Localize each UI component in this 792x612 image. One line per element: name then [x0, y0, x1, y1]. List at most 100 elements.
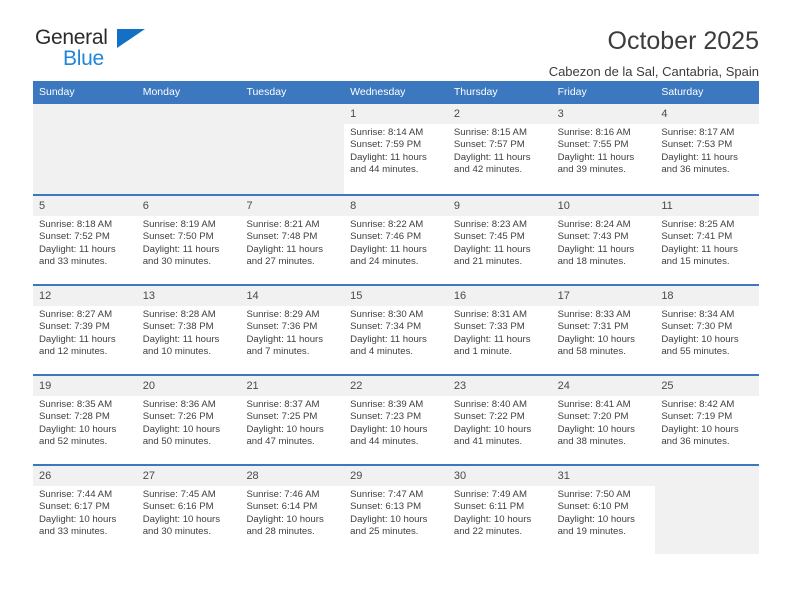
day-cell-2[interactable]: 2 Sunrise: 8:15 AM Sunset: 7:57 PM Daylight…: [447, 104, 552, 194]
daylight-text: Daylight: 10 hours and 58 minutes.: [557, 333, 635, 358]
daylight-text: Daylight: 11 hours and 36 minutes.: [661, 151, 738, 176]
day-cell-24[interactable]: 24 Sunrise: 8:41 AM Sunset: 7:20 PM Dayligh…: [551, 376, 656, 464]
day-details: Sunrise: 7:45 AM Sunset: 6:16 PM Daylight:…: [137, 486, 241, 539]
daylight-text: Daylight: 10 hours and 50 minutes.: [142, 423, 221, 448]
day-cell-empty: [655, 466, 760, 554]
day-details: Sunrise: 8:28 AM Sunset: 7:38 PM Daylight:…: [137, 306, 241, 359]
sunset-text: Sunset: 7:46 PM: [350, 231, 422, 243]
day-cell-8[interactable]: 8 Sunrise: 8:22 AM Sunset: 7:46 PM Daylight…: [344, 196, 448, 284]
day-cell-5[interactable]: 5 Sunrise: 8:18 AM Sunset: 7:52 PM Daylight…: [33, 196, 137, 284]
day-details: Sunrise: 8:41 AM Sunset: 7:20 PM Daylight:…: [552, 396, 656, 449]
day-cell-15[interactable]: 15 Sunrise: 8:30 AM Sunset: 7:34 PM Dayligh…: [344, 286, 448, 374]
day-details: Sunrise: 8:22 AM Sunset: 7:46 PM Daylight:…: [344, 216, 448, 269]
location-subtitle: Cabezon de la Sal, Cantabria, Spain: [548, 64, 759, 79]
daylight-text: Daylight: 10 hours and 36 minutes.: [661, 423, 739, 448]
day-cell-14[interactable]: 14 Sunrise: 8:29 AM Sunset: 7:36 PM Dayligh…: [240, 286, 345, 374]
day-details: Sunrise: 8:42 AM Sunset: 7:19 PM Daylight:…: [655, 396, 759, 449]
daylight-text: Daylight: 11 hours and 27 minutes.: [246, 243, 324, 268]
day-cell-3[interactable]: 3 Sunrise: 8:16 AM Sunset: 7:55 PM Daylight…: [551, 104, 656, 194]
daylight-text: Daylight: 11 hours and 10 minutes.: [142, 333, 220, 358]
day-cell-31[interactable]: 31 Sunrise: 7:50 AM Sunset: 6:10 PM Dayligh…: [551, 466, 656, 554]
day-cell-20[interactable]: 20 Sunrise: 8:36 AM Sunset: 7:26 PM Dayligh…: [136, 376, 241, 464]
day-details: Sunrise: 8:23 AM Sunset: 7:45 PM Daylight:…: [448, 216, 552, 269]
weekday-header-thursday: Thursday: [453, 86, 498, 98]
day-cell-13[interactable]: 13 Sunrise: 8:28 AM Sunset: 7:38 PM Dayligh…: [136, 286, 241, 374]
sunrise-text: Sunrise: 8:17 AM: [661, 127, 735, 138]
sunrise-text: Sunrise: 8:16 AM: [557, 127, 631, 138]
day-number: 21: [240, 376, 345, 396]
sunset-text: Sunset: 7:36 PM: [246, 321, 318, 333]
weekday-header-wednesday: Wednesday: [350, 86, 406, 98]
day-cell-17[interactable]: 17 Sunrise: 8:33 AM Sunset: 7:31 PM Dayligh…: [551, 286, 656, 374]
sunset-text: Sunset: 7:45 PM: [453, 231, 525, 243]
day-number: 6: [136, 196, 241, 216]
day-cell-16[interactable]: 16 Sunrise: 8:31 AM Sunset: 7:33 PM Dayligh…: [447, 286, 552, 374]
day-number: 9: [447, 196, 552, 216]
sunrise-text: Sunrise: 8:15 AM: [453, 127, 527, 138]
day-details: Sunrise: 7:49 AM Sunset: 6:11 PM Daylight:…: [448, 486, 552, 539]
day-cell-28[interactable]: 28 Sunrise: 7:46 AM Sunset: 6:14 PM Dayligh…: [240, 466, 345, 554]
day-cell-11[interactable]: 11 Sunrise: 8:25 AM Sunset: 7:41 PM Dayligh…: [655, 196, 760, 284]
day-number: 14: [240, 286, 345, 306]
sunset-text: Sunset: 7:34 PM: [350, 321, 422, 333]
day-number: 13: [136, 286, 241, 306]
sunrise-text: Sunrise: 8:29 AM: [246, 309, 320, 320]
day-cell-4[interactable]: 4 Sunrise: 8:17 AM Sunset: 7:53 PM Daylight…: [655, 104, 760, 194]
sunset-text: Sunset: 6:13 PM: [350, 501, 422, 513]
day-number: 15: [344, 286, 448, 306]
day-details: Sunrise: 8:14 AM Sunset: 7:59 PM Daylight:…: [344, 124, 448, 177]
sunrise-text: Sunrise: 8:34 AM: [661, 309, 735, 320]
day-number: 5: [33, 196, 137, 216]
sunset-text: Sunset: 7:19 PM: [661, 411, 733, 423]
day-cell-10[interactable]: 10 Sunrise: 8:24 AM Sunset: 7:43 PM Dayligh…: [551, 196, 656, 284]
sunrise-text: Sunrise: 8:35 AM: [39, 399, 113, 410]
daylight-text: Daylight: 11 hours and 39 minutes.: [557, 151, 635, 176]
sunrise-text: Sunrise: 8:18 AM: [39, 219, 113, 230]
daylight-text: Daylight: 11 hours and 21 minutes.: [453, 243, 531, 268]
day-cell-27[interactable]: 27 Sunrise: 7:45 AM Sunset: 6:16 PM Dayligh…: [136, 466, 241, 554]
calendar-grid: Sunday Monday Tuesday Wednesday Thursday Frid…: [33, 81, 760, 554]
day-cell-empty: [240, 104, 345, 194]
day-cell-19[interactable]: 19 Sunrise: 8:35 AM Sunset: 7:28 PM Dayligh…: [33, 376, 137, 464]
day-cell-25[interactable]: 25 Sunrise: 8:42 AM Sunset: 7:19 PM Dayligh…: [655, 376, 760, 464]
title-block: October 2025 Cabezon de la Sal, Cantabri…: [549, 26, 759, 82]
day-cell-7[interactable]: 7 Sunrise: 8:21 AM Sunset: 7:48 PM Daylight…: [240, 196, 345, 284]
daylight-text: Daylight: 11 hours and 1 minute.: [453, 333, 531, 358]
day-cell-12[interactable]: 12 Sunrise: 8:27 AM Sunset: 7:39 PM Dayligh…: [33, 286, 137, 374]
day-number: 30: [447, 466, 552, 486]
day-number: 1: [344, 104, 448, 124]
daylight-text: Daylight: 11 hours and 12 minutes.: [39, 333, 116, 358]
day-number: [240, 104, 345, 124]
day-cell-1[interactable]: 1 Sunrise: 8:14 AM Sunset: 7:59 PM Daylight…: [344, 104, 448, 194]
day-number: 29: [344, 466, 448, 486]
sunrise-text: Sunrise: 8:30 AM: [350, 309, 424, 320]
day-cell-23[interactable]: 23 Sunrise: 8:40 AM Sunset: 7:22 PM Dayligh…: [447, 376, 552, 464]
day-details: Sunrise: 8:19 AM Sunset: 7:50 PM Daylight:…: [137, 216, 241, 269]
day-details: Sunrise: 8:37 AM Sunset: 7:25 PM Daylight:…: [240, 396, 344, 449]
day-number: 25: [655, 376, 760, 396]
day-cell-26[interactable]: 26 Sunrise: 7:44 AM Sunset: 6:17 PM Dayligh…: [33, 466, 137, 554]
sunset-text: Sunset: 6:14 PM: [246, 501, 318, 513]
day-cell-22[interactable]: 22 Sunrise: 8:39 AM Sunset: 7:23 PM Dayligh…: [344, 376, 448, 464]
sunset-text: Sunset: 7:55 PM: [557, 139, 629, 151]
day-cell-30[interactable]: 30 Sunrise: 7:49 AM Sunset: 6:11 PM Dayligh…: [447, 466, 552, 554]
day-number: 10: [551, 196, 656, 216]
day-cell-empty: [136, 104, 241, 194]
day-cell-9[interactable]: 9 Sunrise: 8:23 AM Sunset: 7:45 PM Daylight…: [447, 196, 552, 284]
day-cell-21[interactable]: 21 Sunrise: 8:37 AM Sunset: 7:25 PM Dayligh…: [240, 376, 345, 464]
day-number: 27: [136, 466, 241, 486]
daylight-text: Daylight: 11 hours and 30 minutes.: [142, 243, 220, 268]
sunset-text: Sunset: 7:43 PM: [557, 231, 629, 243]
general-blue-logo: General Blue: [33, 26, 153, 74]
day-details: Sunrise: 8:40 AM Sunset: 7:22 PM Daylight:…: [448, 396, 552, 449]
day-details: Sunrise: 8:16 AM Sunset: 7:55 PM Daylight:…: [552, 124, 656, 177]
day-number: 22: [344, 376, 448, 396]
day-cell-6[interactable]: 6 Sunrise: 8:19 AM Sunset: 7:50 PM Daylight…: [136, 196, 241, 284]
weekday-header-tuesday: Tuesday: [246, 86, 287, 98]
sunset-text: Sunset: 7:26 PM: [142, 411, 214, 423]
sunrise-text: Sunrise: 8:27 AM: [39, 309, 113, 320]
sunrise-text: Sunrise: 8:39 AM: [350, 399, 424, 410]
day-cell-18[interactable]: 18 Sunrise: 8:34 AM Sunset: 7:30 PM Dayligh…: [655, 286, 760, 374]
day-cell-29[interactable]: 29 Sunrise: 7:47 AM Sunset: 6:13 PM Dayligh…: [344, 466, 448, 554]
day-number: [136, 104, 241, 124]
